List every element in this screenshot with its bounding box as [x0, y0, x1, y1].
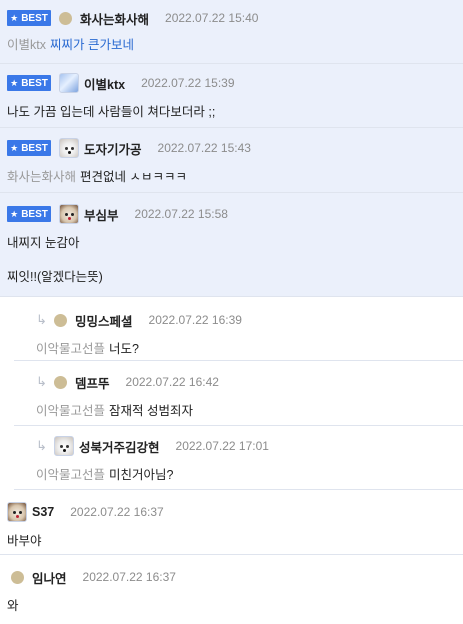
comment-date: 2022.07.22 17:01 — [175, 439, 269, 453]
comment-author[interactable]: 도자기가공 — [84, 139, 142, 158]
mention[interactable]: 이악물고선플 — [36, 342, 105, 356]
best-badge: ★ BEST — [7, 75, 51, 91]
comment-text: 와 — [7, 599, 19, 613]
comment-date: 2022.07.22 15:58 — [134, 207, 228, 221]
comment-author[interactable]: 이별ktx — [84, 74, 125, 93]
mention[interactable]: 이악물고선플 — [36, 404, 105, 418]
comment-item: ★ BEST 화사는화사해 2022.07.22 15:40 이별ktx 찌찌가 큰… — [0, 0, 463, 64]
comment-author[interactable]: 성북거주김강현 — [79, 437, 160, 456]
star-icon: ★ — [10, 208, 19, 219]
avatar[interactable] — [11, 570, 24, 584]
comment-text: 내찌지 눈감아 찌잇!!(알겠다는뜻) — [7, 236, 103, 284]
comment-text: 이악물고선플 너도? — [36, 342, 139, 356]
best-badge: ★ BEST — [7, 140, 51, 156]
comment-date: 2022.07.22 16:39 — [148, 313, 242, 327]
avatar[interactable] — [59, 204, 79, 224]
reply-item: ↳ 성북거주김강현 2022.07.22 17:01 이악물고선플 미친거아님? — [14, 426, 463, 490]
reply-arrow-icon: ↳ — [36, 312, 47, 327]
comment-author[interactable]: 밍밍스페셜 — [75, 311, 133, 330]
best-badge: ★ BEST — [7, 10, 51, 26]
comment-date: 2022.07.22 15:43 — [157, 141, 251, 155]
star-icon: ★ — [10, 142, 19, 153]
comment-text: 바부야 — [7, 534, 42, 548]
comment-text: 화사는화사해 편견없네 ㅅㅂㅋㅋㅋ — [7, 170, 187, 184]
comment-item: ★ BEST 도자기가공 2022.07.22 15:43 화사는화사해 편견없네 … — [0, 128, 463, 193]
mention[interactable]: 이별ktx — [7, 38, 46, 52]
avatar[interactable] — [59, 11, 72, 25]
comment-item: ★ BEST 이별ktx 2022.07.22 15:39 나도 가끔 입는데 사… — [0, 64, 463, 128]
comment-item: 임나연 2022.07.22 16:37 와 — [0, 555, 463, 613]
avatar[interactable] — [54, 375, 67, 389]
comment-author[interactable]: 임나연 — [32, 568, 67, 587]
avatar[interactable] — [7, 502, 27, 522]
comment-date: 2022.07.22 16:42 — [125, 375, 219, 389]
reply-arrow-icon: ↳ — [36, 374, 47, 389]
reply-item: ↳ 뎀프뚜 2022.07.22 16:42 이악물고선플 잠재적 성범죄자 — [14, 361, 463, 426]
comment-text: 이별ktx 찌찌가 큰가보네 — [7, 38, 134, 52]
comment-list: ★ BEST 화사는화사해 2022.07.22 15:40 이별ktx 찌찌가 큰… — [0, 0, 463, 613]
comment-text: 이악물고선플 미친거아님? — [36, 468, 174, 482]
avatar[interactable] — [59, 138, 79, 158]
comment-item: ★ BEST 부심부 2022.07.22 15:58 내찌지 눈감아 찌잇!!(… — [0, 193, 463, 297]
comment-text: 나도 가끔 입는데 사람들이 쳐다보더라 ;; — [7, 105, 216, 119]
comment-date: 2022.07.22 15:40 — [165, 11, 259, 25]
comment-author[interactable]: S37 — [32, 505, 54, 519]
comment-author[interactable]: 뎀프뚜 — [75, 373, 110, 392]
avatar[interactable] — [54, 313, 67, 327]
avatar[interactable] — [59, 73, 79, 93]
best-badge: ★ BEST — [7, 206, 51, 222]
avatar[interactable] — [54, 436, 74, 456]
comment-item: S37 2022.07.22 16:37 바부야 — [0, 490, 463, 555]
mention[interactable]: 화사는화사해 — [7, 170, 76, 184]
comment-date: 2022.07.22 16:37 — [70, 505, 164, 519]
star-icon: ★ — [10, 77, 19, 88]
star-icon: ★ — [10, 12, 19, 23]
comment-author[interactable]: 화사는화사해 — [80, 9, 149, 28]
comment-date: 2022.07.22 16:37 — [82, 570, 176, 584]
mention[interactable]: 이악물고선플 — [36, 468, 105, 482]
reply-item: ↳ 밍밍스페셜 2022.07.22 16:39 이악물고선플 너도? — [14, 297, 463, 361]
reply-arrow-icon: ↳ — [36, 438, 47, 453]
comment-date: 2022.07.22 15:39 — [141, 76, 235, 90]
comment-author[interactable]: 부심부 — [84, 205, 119, 224]
comment-text: 이악물고선플 잠재적 성범죄자 — [36, 404, 193, 418]
